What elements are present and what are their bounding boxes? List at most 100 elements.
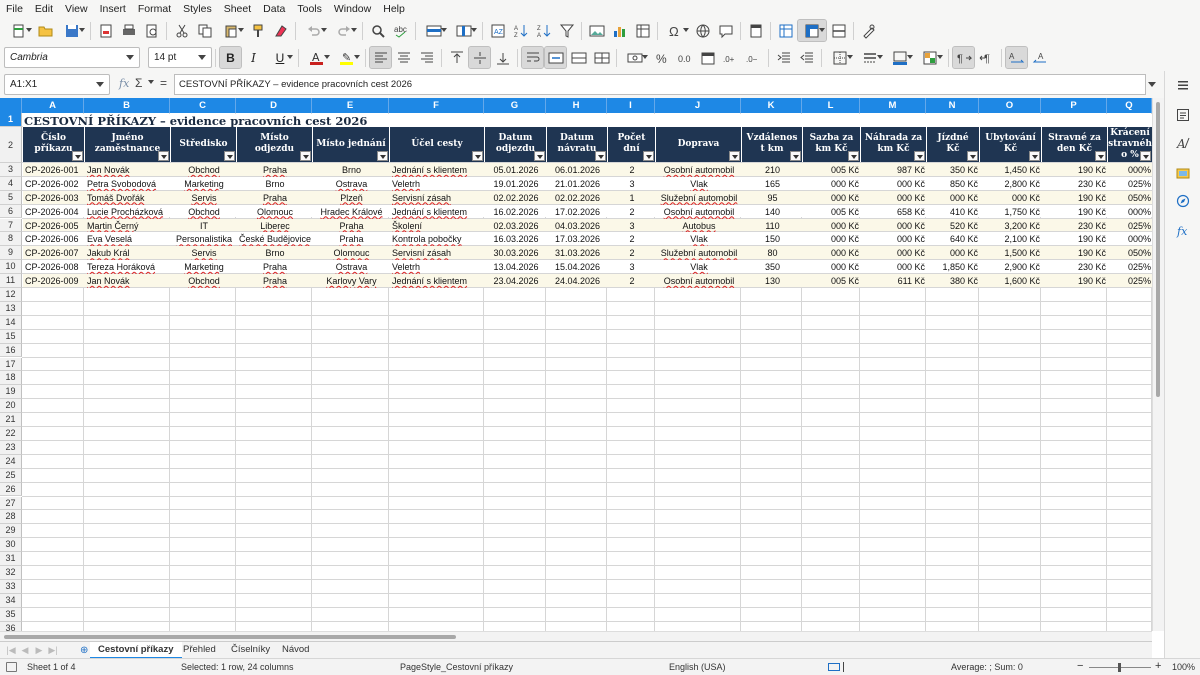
row-header-18[interactable]: 18 <box>0 371 22 386</box>
cell-m[interactable]: 658 Kč <box>861 205 927 219</box>
cell-e[interactable]: Hradec Králové <box>313 205 390 219</box>
vertical-scroll-thumb[interactable] <box>1156 102 1160 397</box>
row-header-36[interactable]: 36 <box>0 621 22 631</box>
row-header-9[interactable]: 9 <box>0 246 22 261</box>
row-button[interactable] <box>420 20 448 41</box>
sheet-tab[interactable]: Cestovní příkazy <box>90 642 182 659</box>
cell-k[interactable]: 150 <box>742 232 803 246</box>
cell-m[interactable]: 000 Kč <box>861 219 927 233</box>
redo-dropdown-icon[interactable] <box>351 28 357 32</box>
cell-e[interactable]: Praha <box>313 232 390 246</box>
row-header-24[interactable]: 24 <box>0 454 22 469</box>
row-header-5[interactable]: 5 <box>0 190 22 205</box>
cell-c[interactable]: Servis <box>171 191 237 205</box>
header-cell-p[interactable]: Stravné za den Kč <box>1042 126 1108 162</box>
cell-p[interactable]: 190 Kč <box>1042 232 1108 246</box>
cell-d[interactable]: Praha <box>237 260 313 274</box>
properties-icon[interactable] <box>1175 107 1191 123</box>
horizontal-scroll-thumb[interactable] <box>4 635 456 639</box>
cell-b[interactable]: Eva Veselá <box>85 232 171 246</box>
cell-g[interactable]: 13.04.2026 <box>485 260 547 274</box>
underline-button[interactable]: U <box>266 47 294 68</box>
row-header-34[interactable]: 34 <box>0 593 22 608</box>
row-header-30[interactable]: 30 <box>0 538 22 553</box>
cell-a[interactable]: CP-2026-009 <box>23 274 85 288</box>
sheet-title-cell[interactable]: CESTOVNÍ PŘÍKAZY – evidence pracovních c… <box>23 114 1152 127</box>
autofilter-dropdown-icon[interactable] <box>158 150 169 161</box>
column-header-b[interactable]: B <box>84 98 170 113</box>
find-replace-button[interactable] <box>367 20 388 41</box>
cell-l[interactable]: 005 Kč <box>803 163 861 177</box>
italic-button[interactable]: I <box>243 47 264 68</box>
row-header-15[interactable]: 15 <box>0 329 22 344</box>
cell-q[interactable]: 025% <box>1108 274 1152 288</box>
cell-i[interactable]: 2 <box>608 232 656 246</box>
cell-j[interactable]: Služební automobil <box>656 246 742 260</box>
sidebar-menu-icon[interactable] <box>1175 77 1191 93</box>
autofilter-dropdown-icon[interactable] <box>1029 150 1040 161</box>
cell-g[interactable]: 16.03.2026 <box>485 232 547 246</box>
cut-button[interactable] <box>171 20 192 41</box>
cell-f[interactable]: Kontrola pobočky <box>390 232 485 246</box>
cell-o[interactable]: 2,900 Kč <box>980 260 1042 274</box>
row-header-19[interactable]: 19 <box>0 385 22 400</box>
selection-mode-icon[interactable] <box>828 663 840 671</box>
number-format-button[interactable]: 0.0 <box>674 47 695 68</box>
undo-dropdown-icon[interactable] <box>321 28 327 32</box>
row-header-2[interactable]: 2 <box>0 126 22 163</box>
conditional-format-dropdown-icon[interactable] <box>937 55 943 59</box>
cell-n[interactable]: 1,850 Kč <box>927 260 980 274</box>
header-cell-i[interactable]: Počet dní <box>608 126 656 162</box>
cell-p[interactable]: 230 Kč <box>1042 219 1108 233</box>
cell-q[interactable]: 000% <box>1108 163 1152 177</box>
cell-i[interactable]: 2 <box>608 205 656 219</box>
cell-j[interactable]: Vlak <box>656 177 742 191</box>
column-header-j[interactable]: J <box>655 98 741 113</box>
autofilter-dropdown-icon[interactable] <box>595 150 606 161</box>
column-dropdown-icon[interactable] <box>471 28 477 32</box>
row-header-7[interactable]: 7 <box>0 218 22 233</box>
next-sheet-icon[interactable]: ▶ <box>34 645 44 656</box>
cell-p[interactable]: 190 Kč <box>1042 246 1108 260</box>
cell-k[interactable]: 95 <box>742 191 803 205</box>
cell-q[interactable]: 000% <box>1108 232 1152 246</box>
cell-p[interactable]: 230 Kč <box>1042 177 1108 191</box>
sum-dropdown-icon[interactable] <box>148 80 154 84</box>
menu-insert[interactable]: Insert <box>94 3 132 15</box>
row-header-16[interactable]: 16 <box>0 343 22 358</box>
cell-m[interactable]: 000 Kč <box>861 177 927 191</box>
cell-k[interactable]: 350 <box>742 260 803 274</box>
align-left-button[interactable] <box>369 46 392 69</box>
decrease-indent-button[interactable] <box>796 47 817 68</box>
column-header-c[interactable]: C <box>170 98 236 113</box>
cell-o[interactable]: 1,500 Kč <box>980 246 1042 260</box>
cell-n[interactable]: 850 Kč <box>927 177 980 191</box>
cell-h[interactable]: 04.03.2026 <box>547 219 608 233</box>
chart-button[interactable] <box>609 20 630 41</box>
menu-window[interactable]: Window <box>328 3 377 15</box>
highlight-color-button[interactable]: ✎ <box>333 47 361 68</box>
cell-h[interactable]: 31.03.2026 <box>547 246 608 260</box>
row-header-6[interactable]: 6 <box>0 204 22 219</box>
cell-k[interactable]: 130 <box>742 274 803 288</box>
cell-k[interactable]: 165 <box>742 177 803 191</box>
menu-view[interactable]: View <box>59 3 94 15</box>
language-status[interactable]: English (USA) <box>669 662 726 672</box>
cell-i[interactable]: 2 <box>608 246 656 260</box>
row-header-22[interactable]: 22 <box>0 427 22 441</box>
row-header-13[interactable]: 13 <box>0 301 22 316</box>
menu-edit[interactable]: Edit <box>29 3 59 15</box>
cell-c[interactable]: Obchod <box>171 274 237 288</box>
wrap-text-button[interactable] <box>521 46 544 69</box>
header-cell-q[interactable]: Krácení stravnéh o % <box>1108 126 1152 162</box>
special-character-dropdown-icon[interactable] <box>683 28 689 32</box>
column-header-m[interactable]: M <box>860 98 926 113</box>
cell-n[interactable]: 000 Kč <box>927 246 980 260</box>
cell-e[interactable]: Ostrava <box>313 260 390 274</box>
expand-formula-bar-icon[interactable] <box>1148 82 1156 87</box>
cell-j[interactable]: Autobus <box>656 219 742 233</box>
cell-o[interactable]: 1,600 Kč <box>980 274 1042 288</box>
cell-a[interactable]: CP-2026-006 <box>23 232 85 246</box>
cell-f[interactable]: Veletrh <box>390 177 485 191</box>
header-cell-j[interactable]: Doprava <box>656 126 742 162</box>
